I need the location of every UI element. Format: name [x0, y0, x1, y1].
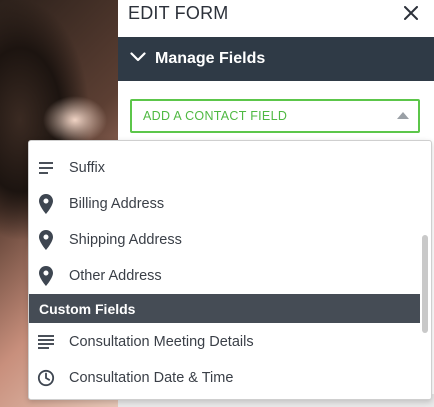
paragraph-icon [37, 333, 55, 351]
panel-title: EDIT FORM [128, 3, 229, 23]
list-item-label: Shipping Address [69, 232, 182, 248]
close-icon [404, 6, 418, 20]
panel-header: EDIT FORM [118, 0, 434, 37]
add-contact-field-label: ADD A CONTACT FIELD [143, 109, 288, 123]
list-item-billing-address[interactable]: Billing Address [29, 186, 419, 222]
list-item-label: Other Address [69, 268, 162, 284]
add-contact-field-select[interactable]: ADD A CONTACT FIELD [130, 99, 420, 133]
close-button[interactable] [400, 2, 422, 24]
contact-field-dropdown: Suffix Billing Address Shipping Address … [28, 140, 432, 400]
map-pin-icon [37, 230, 55, 250]
scrollbar-thumb[interactable] [422, 235, 428, 333]
group-label: Custom Fields [39, 301, 136, 317]
chevron-down-icon [130, 52, 146, 62]
map-pin-icon [37, 194, 55, 214]
list-item-consultation-date-time[interactable]: Consultation Date & Time [29, 360, 419, 396]
list-item-suffix[interactable]: Suffix [29, 150, 419, 186]
list-item-other-address[interactable]: Other Address [29, 258, 419, 294]
caret-up-icon [397, 112, 409, 119]
dropdown-scrollbar[interactable] [422, 143, 428, 395]
custom-fields-group-header: Custom Fields [29, 294, 420, 323]
map-pin-icon [37, 266, 55, 286]
list-item-label: Suffix [69, 160, 106, 176]
manage-fields-section-header[interactable]: Manage Fields [118, 37, 434, 81]
clock-icon [37, 369, 55, 387]
list-item-label: Consultation Date & Time [69, 370, 234, 386]
list-item-label: Billing Address [69, 196, 165, 212]
list-item-shipping-address[interactable]: Shipping Address [29, 222, 419, 258]
list-item-consultation-meeting-details[interactable]: Consultation Meeting Details [29, 324, 419, 360]
section-title: Manage Fields [155, 50, 266, 67]
short-text-icon [37, 159, 55, 177]
list-item-label: Consultation Meeting Details [69, 334, 254, 350]
